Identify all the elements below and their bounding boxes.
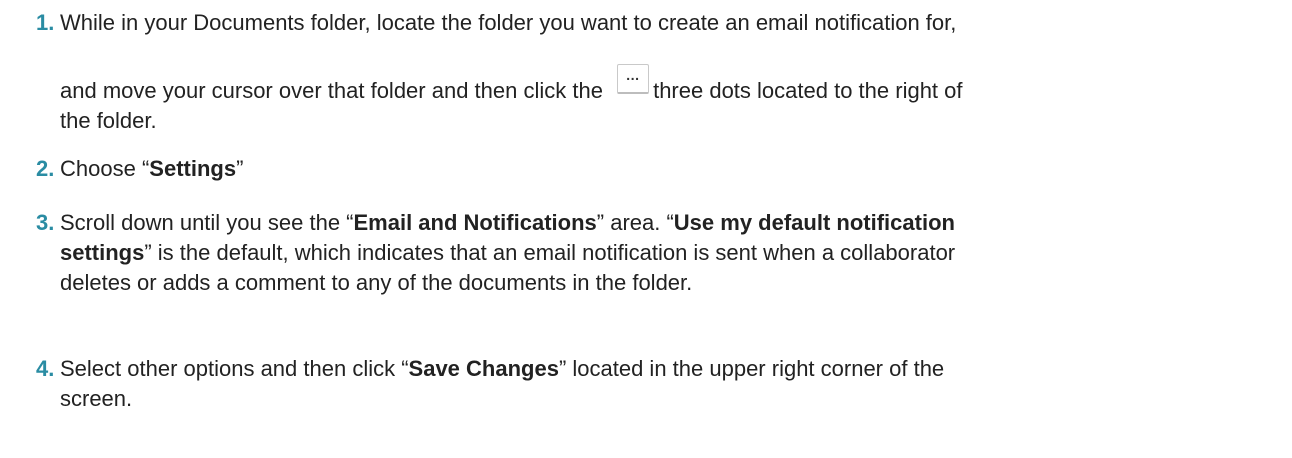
step-4: 4. Select other options and then click “… — [0, 354, 1270, 414]
step-4-text-start: Select other options and then click “ — [60, 356, 409, 381]
step-1-line-2: and move your cursor over that folder an… — [60, 64, 1270, 106]
settings-term: Settings — [149, 156, 237, 181]
step-text: Choose “Settings” — [60, 154, 1270, 184]
step-2: 2. Choose “Settings” — [0, 154, 1270, 184]
step-2-text-end: ” — [236, 156, 244, 181]
step-1-line-2-start: and move your cursor over that folder an… — [60, 78, 610, 103]
step-3-text-start: Scroll down until you see the “ — [60, 210, 354, 235]
step-2-text-start: Choose “ — [60, 156, 150, 181]
step-text: Scroll down until you see the “Email and… — [60, 208, 1270, 298]
step-1-line-3: the folder. — [60, 108, 157, 133]
step-4-text-end: ” located in the upper right corner of t… — [558, 356, 945, 381]
default-settings-term-part-2: settings — [60, 240, 145, 265]
more-options-button-icon: … — [617, 64, 650, 94]
step-number: 4. — [36, 356, 55, 381]
step-3-text-mid: ” area. “ — [596, 210, 674, 235]
step-3-line-3: deletes or adds a comment to any of the … — [60, 270, 693, 295]
step-number: 3. — [36, 210, 55, 235]
save-changes-term: Save Changes — [408, 356, 559, 381]
ellipsis-icon: … — [625, 67, 641, 83]
instruction-steps: 1. While in your Documents folder, locat… — [0, 0, 1292, 458]
step-number: 2. — [36, 156, 55, 181]
step-text: While in your Documents folder, locate t… — [60, 8, 1270, 136]
step-4-line-2: screen. — [60, 386, 133, 411]
step-2-line-1: Choose “Settings” — [60, 154, 1270, 184]
step-text: Select other options and then click “Sav… — [60, 354, 1270, 414]
step-4-line-1: Select other options and then click “Sav… — [60, 354, 1270, 384]
step-1-line-1: While in your Documents folder, locate t… — [60, 10, 957, 35]
step-number: 1. — [36, 10, 55, 35]
step-3-line-2: settings” is the default, which indicate… — [60, 238, 1270, 268]
default-settings-term-part-1: Use my default notification — [673, 210, 955, 235]
step-1-line-2-end: three dots located to the right of — [653, 78, 963, 103]
step-3-text-continued: ” is the default, which indicates that a… — [144, 240, 956, 265]
step-3: 3. Scroll down until you see the “Email … — [0, 208, 1270, 298]
step-1: 1. While in your Documents folder, locat… — [0, 8, 1270, 136]
email-notifications-term: Email and Notifications — [353, 210, 597, 235]
step-3-line-1: Scroll down until you see the “Email and… — [60, 208, 1270, 238]
